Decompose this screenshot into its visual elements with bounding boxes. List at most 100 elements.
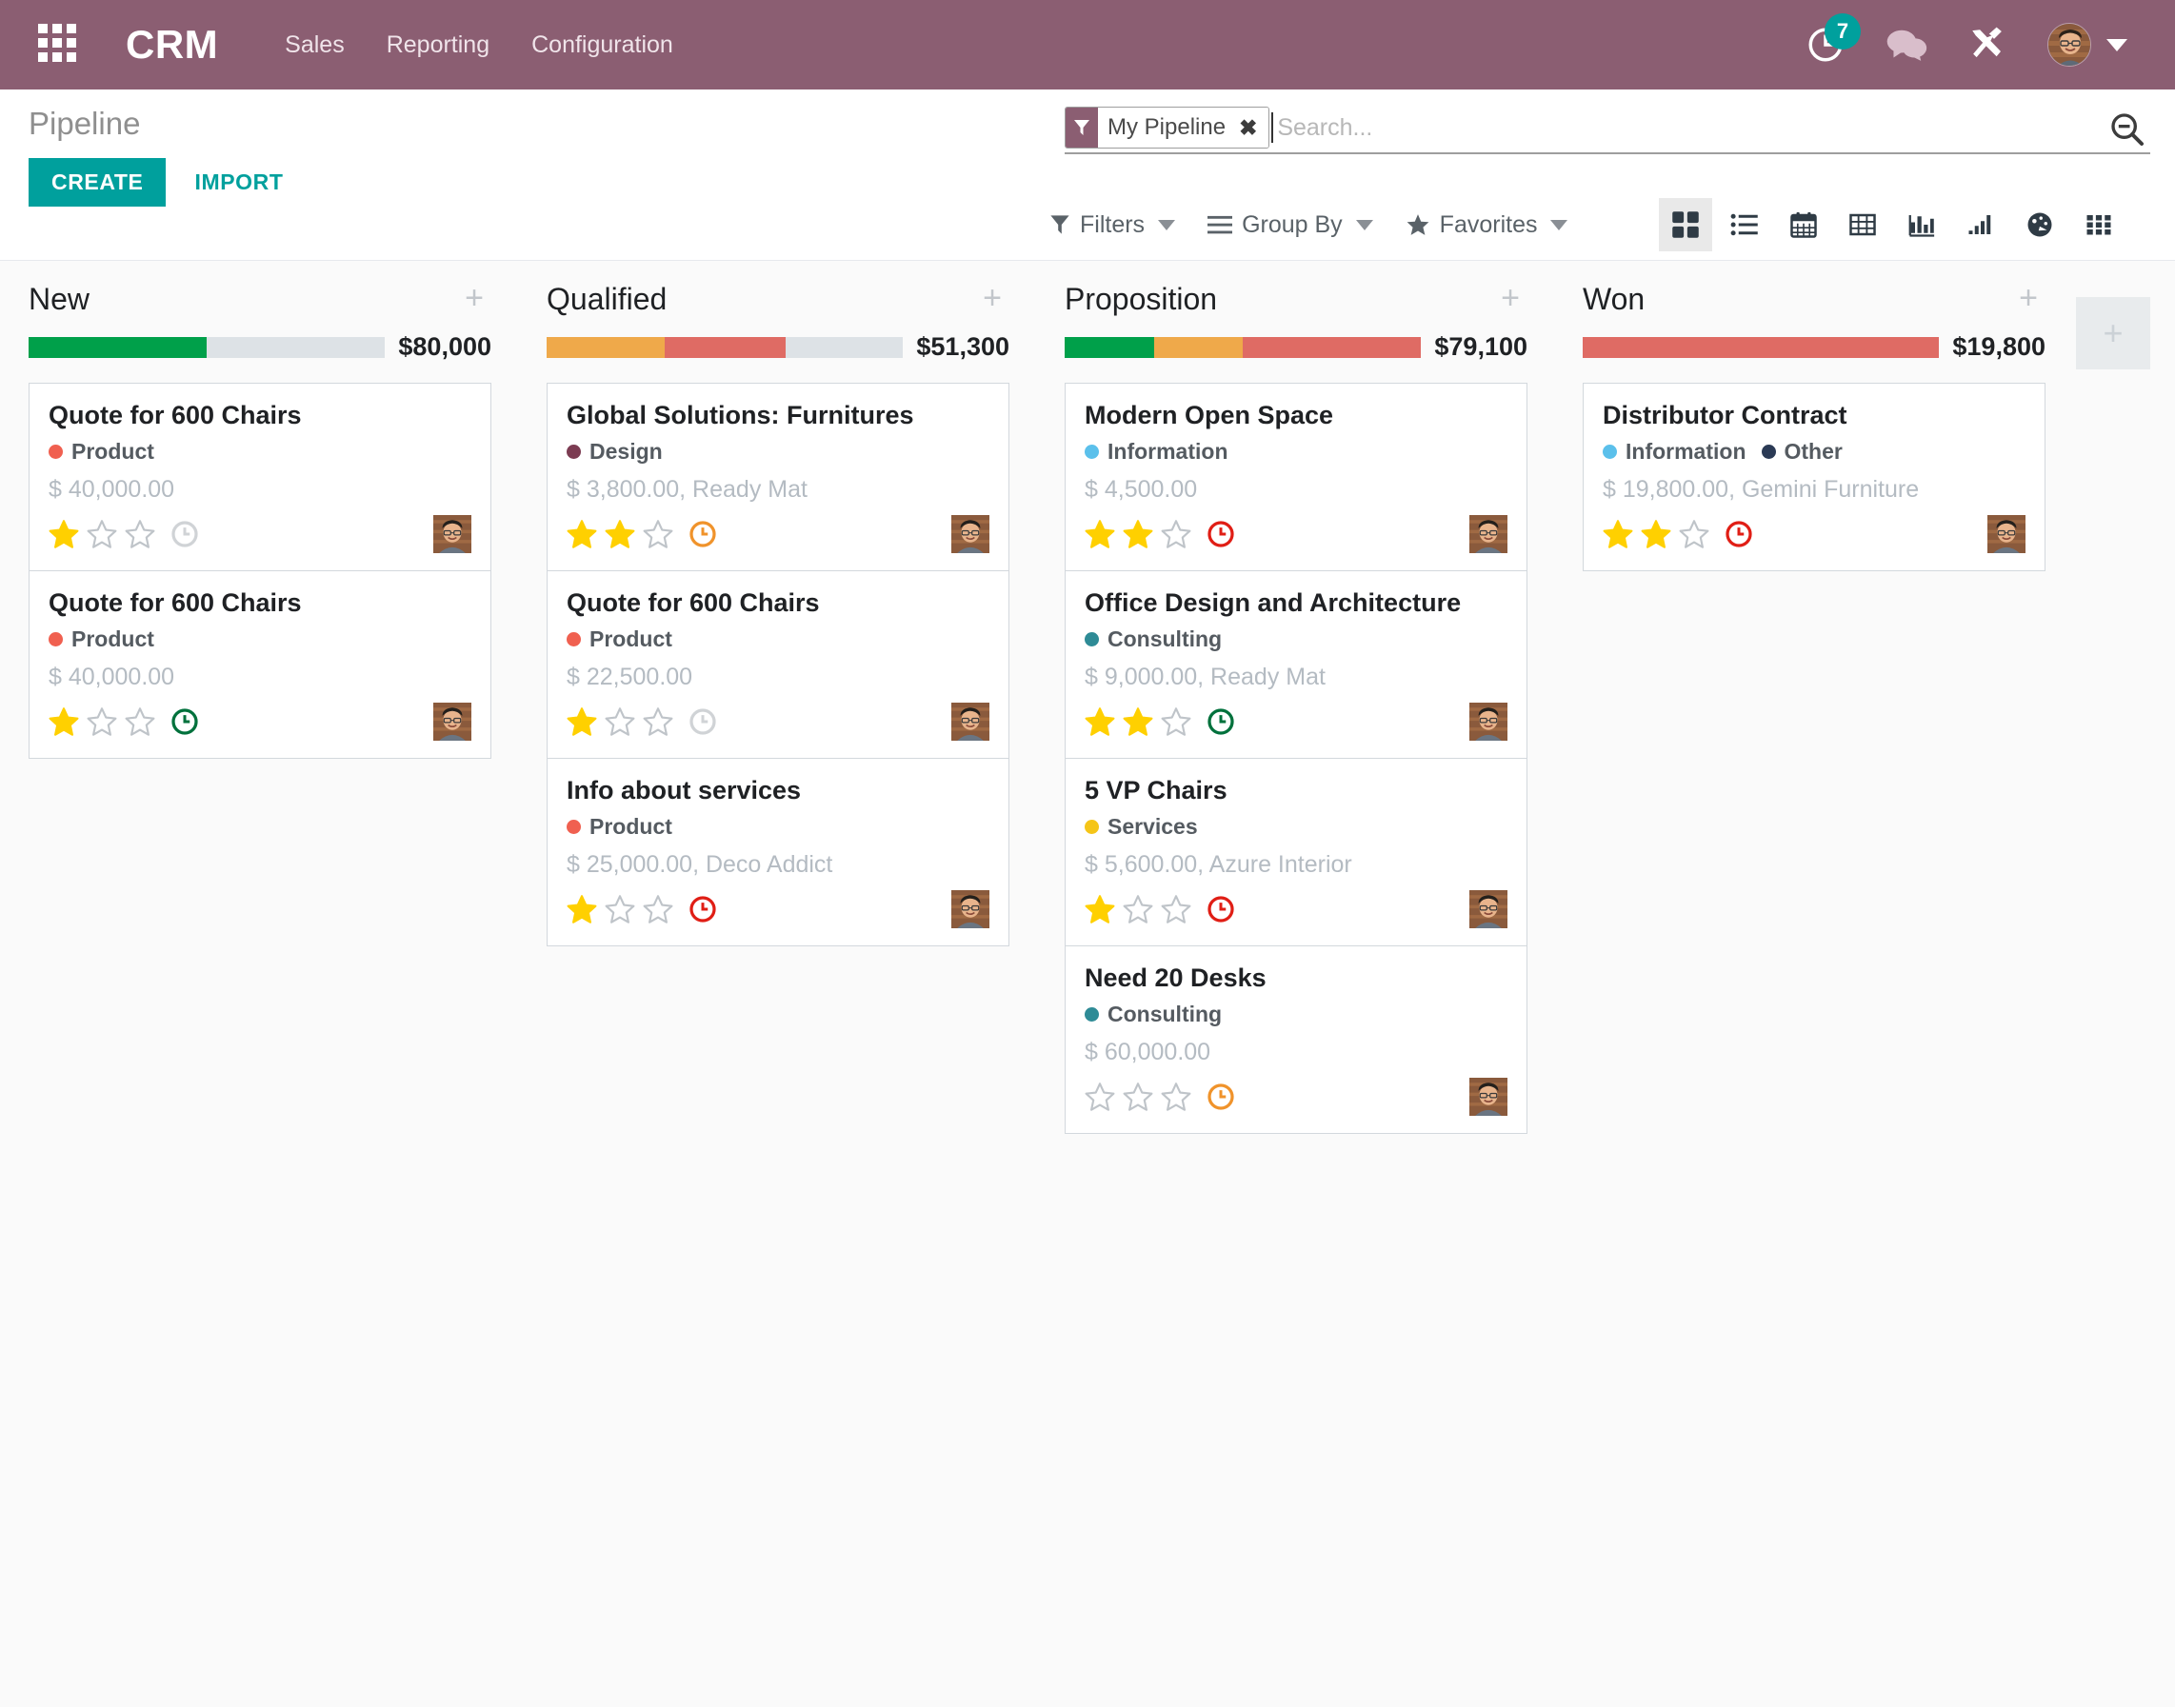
star-filled-icon[interactable] xyxy=(1085,706,1115,737)
card-tag[interactable]: Product xyxy=(567,626,672,652)
import-button[interactable]: IMPORT xyxy=(177,158,300,207)
progress-segment[interactable] xyxy=(664,336,786,358)
progress-segment[interactable] xyxy=(785,336,904,358)
star-filled-icon[interactable] xyxy=(1123,519,1153,549)
star-filled-icon[interactable] xyxy=(567,519,597,549)
close-x-icon[interactable]: ✖ xyxy=(1235,108,1269,148)
kanban-card[interactable]: 5 VP Chairs Services $ 5,600.00, Azure Int… xyxy=(1065,758,1527,946)
messaging-menu[interactable] xyxy=(1886,26,1927,64)
clock-red-icon[interactable] xyxy=(1207,895,1235,924)
view-button-list[interactable] xyxy=(1718,198,1771,251)
apps-grid-icon[interactable] xyxy=(38,24,80,66)
star-filled-icon[interactable] xyxy=(49,519,79,549)
clock-gray-icon[interactable] xyxy=(170,520,199,548)
kanban-card[interactable]: Info about services Product $ 25,000.00, D… xyxy=(547,758,1009,947)
card-assignee-avatar[interactable] xyxy=(951,703,989,742)
kanban-card[interactable]: Quote for 600 Chairs Product $ 40,000.00 xyxy=(29,383,491,571)
star-empty-icon[interactable] xyxy=(87,519,117,549)
star-empty-icon[interactable] xyxy=(643,894,673,924)
clock-red-icon[interactable] xyxy=(1725,520,1753,548)
card-tag[interactable]: Information xyxy=(1603,439,1746,465)
progress-segment[interactable] xyxy=(1153,336,1244,358)
view-button-cohort[interactable] xyxy=(1954,198,2007,251)
progress-segment[interactable] xyxy=(1243,336,1422,358)
star-filled-icon[interactable] xyxy=(1123,706,1153,737)
developer-tools-menu[interactable] xyxy=(1967,25,2007,65)
star-empty-icon[interactable] xyxy=(605,706,635,737)
filters-dropdown[interactable]: Filters xyxy=(1049,211,1176,239)
kanban-card[interactable]: Quote for 600 Chairs Product $ 22,500.00 xyxy=(547,570,1009,759)
view-button-calendar[interactable] xyxy=(1777,198,1830,251)
add-card-button[interactable]: + xyxy=(1493,282,1527,315)
view-button-pivot[interactable] xyxy=(1836,198,1889,251)
star-filled-icon[interactable] xyxy=(1641,519,1671,549)
progress-segment[interactable] xyxy=(1583,336,1940,358)
star-empty-icon[interactable] xyxy=(87,706,117,737)
kanban-card[interactable]: Global Solutions: Furnitures Design $ 3,80… xyxy=(547,383,1009,571)
star-filled-icon[interactable] xyxy=(49,706,79,737)
kanban-card[interactable]: Distributor Contract Information Other $ 19… xyxy=(1583,383,2045,572)
star-empty-icon[interactable] xyxy=(605,894,635,924)
activity-menu[interactable]: 7 xyxy=(1806,13,1861,65)
add-column-button[interactable]: + xyxy=(2076,297,2150,369)
card-assignee-avatar[interactable] xyxy=(1469,703,1507,742)
card-tag[interactable]: Information xyxy=(1085,439,1228,465)
kanban-card[interactable]: Modern Open Space Information $ 4,500.00 xyxy=(1065,383,1527,571)
star-empty-icon[interactable] xyxy=(1161,1082,1191,1112)
star-empty-icon[interactable] xyxy=(1679,519,1709,549)
clock-gray-icon[interactable] xyxy=(688,707,717,736)
card-assignee-avatar[interactable] xyxy=(1987,515,2025,554)
card-tag[interactable]: Other xyxy=(1761,439,1843,465)
progress-segment[interactable] xyxy=(29,336,208,358)
card-tag[interactable]: Consulting xyxy=(1085,626,1222,652)
clock-red-icon[interactable] xyxy=(1207,520,1235,548)
add-card-button[interactable]: + xyxy=(975,282,1009,315)
chevron-down-icon[interactable] xyxy=(2106,38,2127,51)
view-button-graph[interactable] xyxy=(1895,198,1948,251)
search-icon[interactable] xyxy=(2108,110,2146,153)
kanban-card[interactable]: Office Design and Architecture Consulting… xyxy=(1065,570,1527,759)
star-empty-icon[interactable] xyxy=(643,706,673,737)
card-tag[interactable]: Product xyxy=(49,626,154,652)
search-facet-my-pipeline[interactable]: My Pipeline ✖ xyxy=(1065,107,1270,149)
card-assignee-avatar[interactable] xyxy=(433,515,471,554)
search-input[interactable] xyxy=(1273,109,2150,147)
star-filled-icon[interactable] xyxy=(1603,519,1633,549)
groupby-dropdown[interactable]: Group By xyxy=(1207,211,1373,239)
card-tag[interactable]: Product xyxy=(567,814,672,840)
clock-red-icon[interactable] xyxy=(688,895,717,924)
progress-segment[interactable] xyxy=(547,336,665,358)
add-card-button[interactable]: + xyxy=(2011,282,2045,315)
card-tag[interactable]: Services xyxy=(1085,814,1198,840)
progress-segment[interactable] xyxy=(1065,336,1154,358)
star-empty-icon[interactable] xyxy=(1123,1082,1153,1112)
star-filled-icon[interactable] xyxy=(567,706,597,737)
menu-item-sales[interactable]: Sales xyxy=(285,31,345,59)
create-button[interactable]: CREATE xyxy=(29,158,167,208)
app-brand-crm[interactable]: CRM xyxy=(126,22,218,68)
clock-green-icon[interactable] xyxy=(170,707,199,736)
star-filled-icon[interactable] xyxy=(1085,519,1115,549)
kanban-card[interactable]: Quote for 600 Chairs Product $ 40,000.00 xyxy=(29,570,491,760)
star-empty-icon[interactable] xyxy=(1085,1082,1115,1112)
star-empty-icon[interactable] xyxy=(1161,706,1191,737)
menu-item-configuration[interactable]: Configuration xyxy=(531,31,673,59)
star-empty-icon[interactable] xyxy=(125,519,155,549)
card-tag[interactable]: Design xyxy=(567,439,663,465)
card-assignee-avatar[interactable] xyxy=(1469,1078,1507,1117)
card-assignee-avatar[interactable] xyxy=(951,515,989,554)
card-tag[interactable]: Consulting xyxy=(1085,1002,1222,1027)
star-empty-icon[interactable] xyxy=(125,706,155,737)
add-card-button[interactable]: + xyxy=(457,282,491,315)
favorites-dropdown[interactable]: Favorites xyxy=(1406,211,1568,239)
star-filled-icon[interactable] xyxy=(1085,894,1115,924)
card-tag[interactable]: Product xyxy=(49,439,154,465)
card-assignee-avatar[interactable] xyxy=(1469,890,1507,929)
star-filled-icon[interactable] xyxy=(605,519,635,549)
clock-orange-icon[interactable] xyxy=(1207,1082,1235,1111)
clock-green-icon[interactable] xyxy=(1207,707,1235,736)
card-assignee-avatar[interactable] xyxy=(1469,515,1507,554)
avatar[interactable] xyxy=(2047,23,2091,67)
kanban-card[interactable]: Need 20 Desks Consulting $ 60,000.00 xyxy=(1065,945,1527,1135)
card-assignee-avatar[interactable] xyxy=(951,890,989,929)
